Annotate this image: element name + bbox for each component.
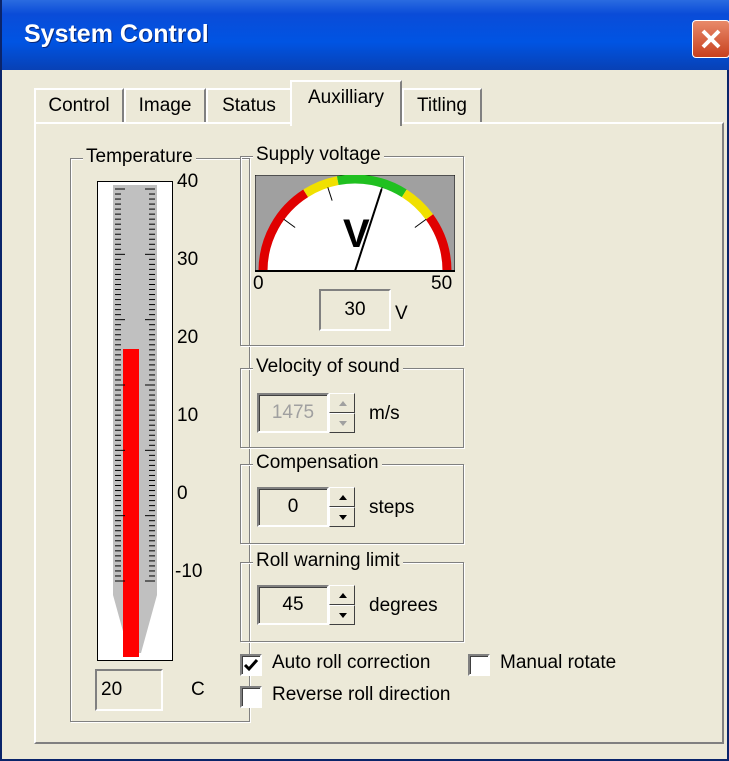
temp-tick-label: 0 — [177, 483, 188, 504]
supply-voltage-group-label: Supply voltage — [253, 144, 384, 166]
temp-tick-label: -10 — [175, 561, 203, 582]
compensation-input[interactable]: 0 — [257, 487, 329, 527]
close-button[interactable] — [692, 20, 729, 58]
roll-warning-limit-input[interactable]: 45 — [257, 585, 329, 625]
gauge-letter: V — [343, 212, 370, 256]
arrow-down-icon — [339, 613, 347, 618]
spin-up-button[interactable] — [329, 393, 355, 413]
temperature-unit: C — [191, 679, 205, 700]
roll-warning-limit-spinner[interactable] — [329, 585, 355, 625]
spin-up-button[interactable] — [329, 487, 355, 507]
compensation-group: Compensation 0 steps — [240, 452, 464, 544]
thermometer-gauge — [97, 181, 173, 661]
compensation-spinner[interactable] — [329, 487, 355, 527]
spin-up-button[interactable] — [329, 585, 355, 605]
compensation-unit: steps — [369, 497, 415, 518]
temp-tick-label: 30 — [177, 249, 199, 270]
velocity-of-sound-input[interactable]: 1475 — [257, 393, 329, 433]
velocity-of-sound-spinner[interactable] — [329, 393, 355, 433]
voltage-max-label: 50 — [431, 273, 453, 294]
arrow-up-icon — [339, 495, 347, 500]
auto-roll-correction-label[interactable]: Auto roll correction — [272, 652, 430, 674]
voltage-readout: 30 — [319, 289, 391, 331]
temperature-readout: 20 — [95, 669, 163, 711]
manual-rotate-checkbox[interactable] — [468, 654, 490, 676]
compensation-group-label: Compensation — [253, 452, 382, 474]
velocity-unit: m/s — [369, 403, 400, 424]
tab-image[interactable]: Image — [124, 88, 206, 124]
voltage-unit: V — [395, 303, 408, 324]
roll-warning-limit-group: Roll warning limit 45 degrees — [240, 550, 464, 642]
close-icon — [701, 29, 721, 49]
roll-warning-limit-unit: degrees — [369, 595, 438, 616]
temperature-group-label: Temperature — [83, 146, 196, 168]
system-control-window: System Control Control Image Status Auxi… — [0, 0, 729, 761]
temp-tick-label: 40 — [177, 171, 199, 192]
arrow-up-icon — [339, 593, 347, 598]
roll-warning-limit-group-label: Roll warning limit — [253, 550, 403, 572]
temp-tick-label: 10 — [177, 405, 199, 426]
velocity-of-sound-group: Velocity of sound 1475 m/s — [240, 356, 464, 448]
supply-voltage-group: Supply voltage V 0 50 30 V — [240, 144, 464, 346]
checkmark-icon — [243, 659, 259, 672]
auto-roll-correction-checkbox[interactable] — [240, 654, 262, 676]
manual-rotate-label[interactable]: Manual rotate — [500, 652, 616, 674]
voltage-min-label: 0 — [253, 273, 264, 294]
arrow-up-icon — [339, 401, 347, 406]
arrow-down-icon — [339, 515, 347, 520]
tab-control[interactable]: Control — [34, 88, 124, 124]
reverse-roll-direction-checkbox[interactable] — [240, 686, 262, 708]
tab-titling[interactable]: Titling — [402, 88, 482, 124]
voltage-meter: V — [255, 175, 455, 272]
spin-down-button[interactable] — [329, 413, 355, 433]
reverse-roll-direction-label[interactable]: Reverse roll direction — [272, 684, 450, 706]
window-title: System Control — [24, 20, 209, 48]
title-bar[interactable]: System Control — [2, 0, 729, 70]
temperature-fill — [123, 349, 139, 657]
arrow-down-icon — [339, 421, 347, 426]
auxilliary-panel: Temperature 40 30 20 10 0 -10 20 C Suppl… — [34, 122, 724, 744]
spin-down-button[interactable] — [329, 507, 355, 527]
temp-tick-label: 20 — [177, 327, 199, 348]
spin-down-button[interactable] — [329, 605, 355, 625]
velocity-of-sound-group-label: Velocity of sound — [253, 356, 403, 378]
tab-status[interactable]: Status — [206, 88, 292, 124]
tab-auxilliary[interactable]: Auxilliary — [290, 80, 402, 126]
temperature-group: Temperature 40 30 20 10 0 -10 20 C — [70, 146, 250, 722]
